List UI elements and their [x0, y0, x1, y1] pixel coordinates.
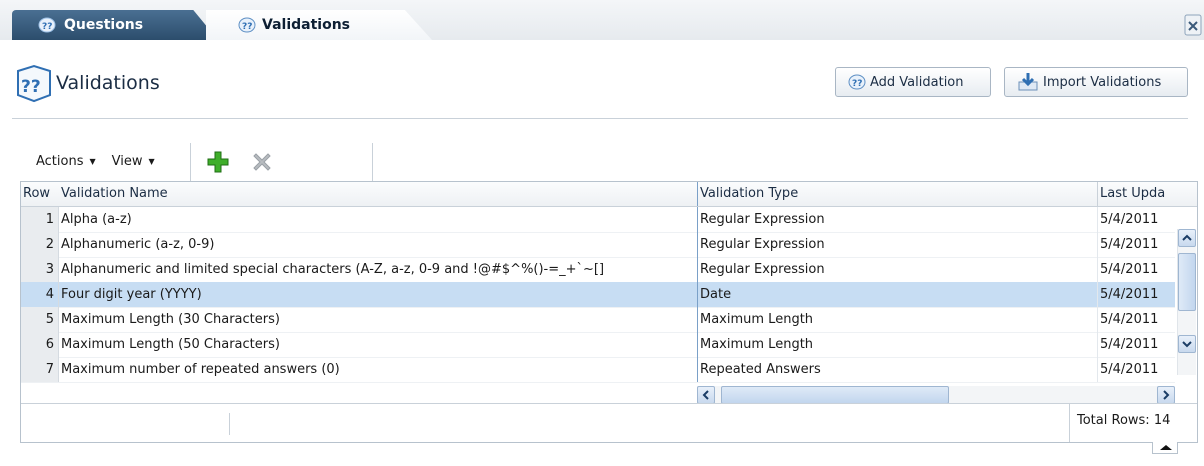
- scroll-down-button[interactable]: [1178, 335, 1196, 353]
- validation-name-cell: Alphanumeric and limited special charact…: [61, 262, 605, 277]
- view-menu-label: View: [111, 153, 143, 169]
- last-updated-cell: 5/4/2011: [1097, 357, 1175, 382]
- vertical-scrollbar[interactable]: [1177, 229, 1196, 375]
- column-header-row[interactable]: Row: [21, 182, 59, 206]
- chevron-down-icon: ▼: [148, 156, 155, 166]
- column-header-last-updated[interactable]: Last Upda: [1097, 182, 1175, 206]
- add-row-icon[interactable]: [206, 150, 230, 174]
- validation-type-cell: Date: [697, 282, 1097, 307]
- validation-type-cell: Regular Expression: [697, 207, 1097, 232]
- question-cube-icon: ??: [848, 74, 866, 90]
- row-number: 1: [21, 207, 59, 232]
- question-cube-icon: ??: [238, 17, 256, 33]
- row-number: 6: [21, 332, 59, 357]
- validation-name-cell: Maximum number of repeated answers (0): [61, 362, 340, 377]
- row-number: 3: [21, 257, 59, 282]
- import-validations-label: Import Validations: [1043, 74, 1162, 90]
- validation-type-cell: Maximum Length: [697, 307, 1097, 332]
- page-title: Validations: [56, 72, 160, 94]
- last-updated-cell: 5/4/2011: [1097, 307, 1175, 332]
- last-updated-cell: 5/4/2011: [1097, 257, 1175, 282]
- chevron-down-icon: [1182, 341, 1192, 348]
- tab-validations-label: Validations: [262, 17, 350, 33]
- actions-menu-label: Actions: [36, 153, 84, 169]
- chevron-right-icon: [1163, 390, 1170, 400]
- last-updated-cell: 5/4/2011: [1097, 332, 1175, 357]
- validation-type-cell: Repeated Answers: [697, 357, 1097, 382]
- close-tab-icon[interactable]: [1184, 14, 1202, 36]
- tab-validations[interactable]: ?? Validations: [206, 10, 432, 40]
- footer-divider: [1069, 404, 1070, 442]
- row-number: 7: [21, 357, 59, 382]
- validation-name-cell: Alphanumeric (a-z, 0-9): [61, 237, 215, 252]
- validation-name-cell: Maximum Length (50 Characters): [61, 337, 280, 352]
- scroll-left-button[interactable]: [697, 386, 715, 404]
- table-row[interactable]: 5 Maximum Length (30 Characters) Maximum…: [21, 307, 1175, 333]
- question-cube-icon: ??: [38, 17, 56, 33]
- toolbar-divider: [190, 143, 191, 181]
- toolbar-divider: [372, 143, 373, 181]
- validation-name-cell: Maximum Length (30 Characters): [61, 312, 280, 327]
- import-validations-button[interactable]: Import Validations: [1004, 67, 1188, 97]
- svg-text:??: ??: [21, 77, 41, 97]
- table-row-selected[interactable]: 4 Four digit year (YYYY) Date 5/4/2011: [21, 282, 1175, 308]
- horizontal-scroll-thumb[interactable]: [721, 386, 949, 404]
- vertical-scroll-thumb[interactable]: [1178, 253, 1196, 311]
- svg-text:??: ??: [42, 22, 52, 32]
- svg-text:??: ??: [852, 79, 862, 89]
- validations-page-icon: ??: [17, 64, 51, 103]
- scroll-up-button[interactable]: [1178, 229, 1196, 247]
- table-header: Row Validation Name Validation Type Last…: [21, 182, 1197, 207]
- svg-text:??: ??: [242, 22, 252, 32]
- chevron-down-icon: ▼: [89, 156, 96, 166]
- validations-table: Row Validation Name Validation Type Last…: [20, 181, 1198, 443]
- last-updated-cell: 5/4/2011: [1097, 207, 1175, 232]
- table-row[interactable]: 6 Maximum Length (50 Characters) Maximum…: [21, 332, 1175, 358]
- add-validation-label: Add Validation: [870, 74, 964, 90]
- validation-type-cell: Maximum Length: [697, 332, 1097, 357]
- footer-divider: [229, 413, 230, 435]
- table-row[interactable]: 1 Alpha (a-z) Regular Expression 5/4/201…: [21, 207, 1175, 233]
- tab-bar: ?? Questions ?? Validations: [0, 0, 1204, 40]
- table-footer-divider: [21, 403, 1197, 404]
- import-icon: [1018, 73, 1038, 91]
- collapse-panel-handle[interactable]: [1152, 442, 1178, 454]
- table-row[interactable]: 2 Alphanumeric (a-z, 0-9) Regular Expres…: [21, 232, 1175, 258]
- validation-name-cell: Four digit year (YYYY): [61, 287, 202, 302]
- last-updated-cell: 5/4/2011: [1097, 232, 1175, 257]
- column-header-validation-name[interactable]: Validation Name: [59, 182, 697, 206]
- table-toolbar: Actions ▼ View ▼: [20, 143, 155, 179]
- row-number: 4: [21, 282, 59, 307]
- table-row[interactable]: 3 Alphanumeric and limited special chara…: [21, 257, 1175, 283]
- table-row[interactable]: 7 Maximum number of repeated answers (0)…: [21, 357, 1175, 383]
- table-body: 1 Alpha (a-z) Regular Expression 5/4/201…: [21, 207, 1175, 394]
- chevron-left-icon: [702, 390, 709, 400]
- row-number: 2: [21, 232, 59, 257]
- tab-questions-label: Questions: [64, 17, 144, 33]
- last-updated-cell: 5/4/2011: [1097, 282, 1175, 307]
- row-number: 5: [21, 307, 59, 332]
- header-divider: [12, 118, 1188, 119]
- scroll-right-button[interactable]: [1157, 386, 1175, 404]
- delete-row-icon[interactable]: [250, 150, 274, 174]
- view-menu[interactable]: View ▼: [112, 154, 155, 169]
- total-rows-label: Total Rows: 14: [1077, 413, 1171, 428]
- actions-menu[interactable]: Actions ▼: [36, 154, 96, 169]
- tab-questions[interactable]: ?? Questions: [12, 10, 218, 40]
- column-header-validation-type[interactable]: Validation Type: [697, 182, 1097, 206]
- validation-type-cell: Regular Expression: [697, 257, 1097, 282]
- validation-type-cell: Regular Expression: [697, 232, 1097, 257]
- horizontal-scrollbar[interactable]: [697, 386, 1175, 404]
- chevron-up-icon: [1182, 234, 1192, 241]
- add-validation-button[interactable]: ?? Add Validation: [835, 67, 991, 97]
- validation-name-cell: Alpha (a-z): [61, 212, 132, 227]
